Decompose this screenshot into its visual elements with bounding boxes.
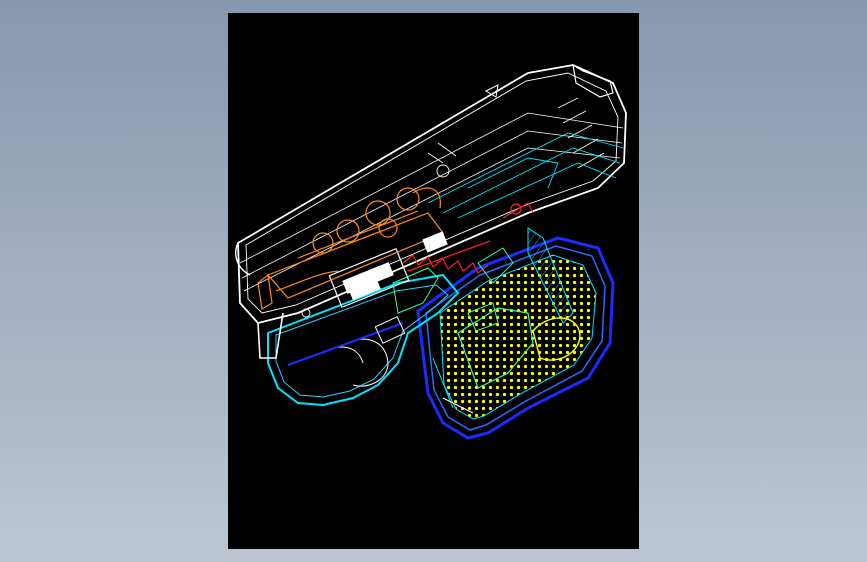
cad-viewport[interactable] bbox=[0, 0, 867, 562]
grip-assembly bbox=[416, 227, 615, 440]
drawing-sheet[interactable] bbox=[228, 13, 639, 549]
pistol-wireframe-drawing bbox=[235, 63, 627, 440]
